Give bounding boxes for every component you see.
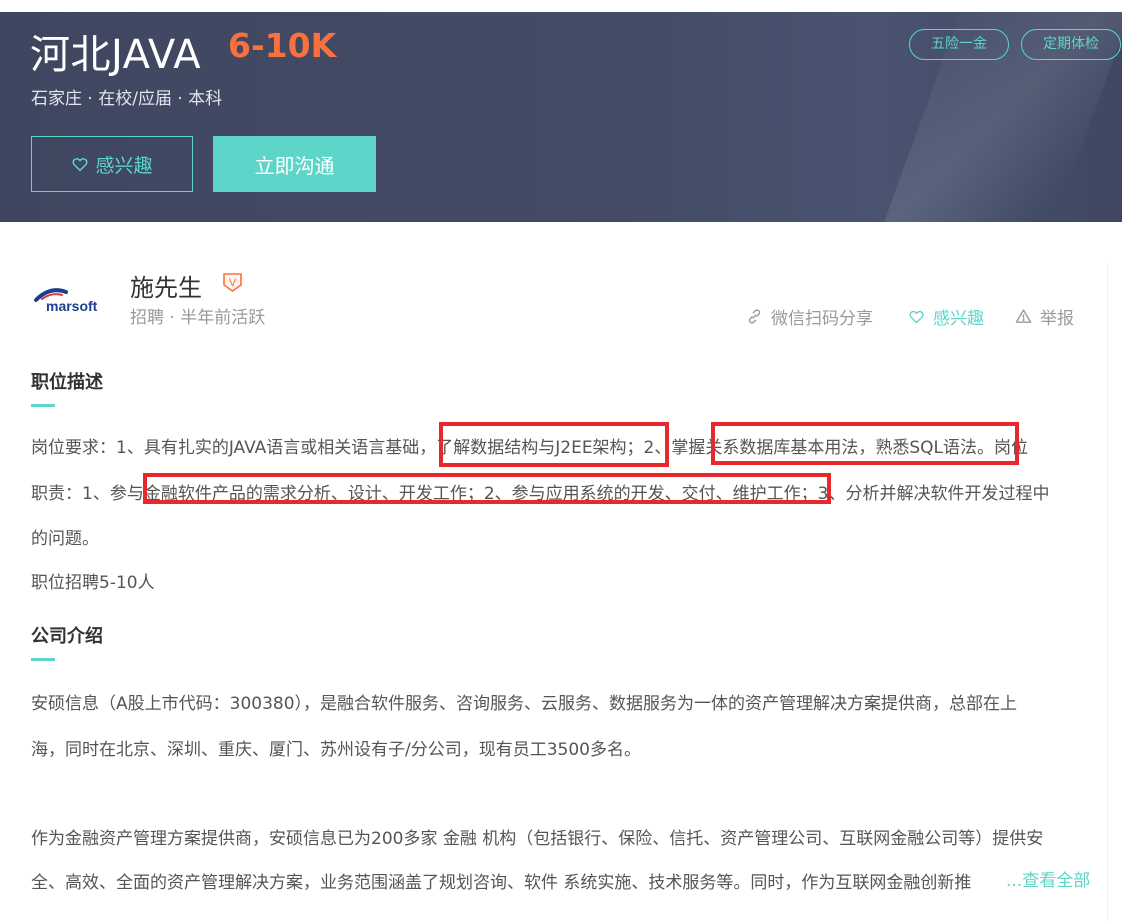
wechat-share-label: 微信扫码分享 <box>771 309 873 329</box>
interest-button[interactable]: 感兴趣 <box>31 136 193 192</box>
heart-icon <box>909 310 924 324</box>
company-intro-line: 全、高效、全面的资产管理解决方案，业务范围涵盖了规划咨询、软件 系统实施、技术服… <box>31 873 972 893</box>
chat-now-button-label: 立即沟通 <box>254 153 335 178</box>
job-headcount: 职位招聘5-10人 <box>31 573 155 593</box>
svg-text:marsoft: marsoft <box>46 298 98 314</box>
section-accent-bar <box>31 404 55 407</box>
company-intro-title: 公司介绍 <box>31 626 103 647</box>
company-intro-line: 海，同时在北京、深圳、重庆、厦门、苏州设有子/分公司，现有员工3500多名。 <box>31 740 641 760</box>
interest-link-label: 感兴趣 <box>933 309 984 329</box>
top-strip <box>0 0 1122 12</box>
job-banner: 河北JAVA 6-10K 石家庄 · 在校/应届 · 本科 五险一金 定期体检 … <box>0 12 1122 222</box>
recruiter-status: 招聘 · 半年前活跃 <box>130 308 266 328</box>
wechat-share-button[interactable]: 微信扫码分享 <box>746 304 873 329</box>
chat-now-button[interactable]: 立即沟通 <box>213 136 376 192</box>
verified-badge-icon: V <box>223 273 242 292</box>
benefit-tag: 五险一金 <box>909 29 1009 60</box>
interest-link[interactable]: 感兴趣 <box>908 304 984 329</box>
job-salary: 6-10K <box>228 26 337 65</box>
job-description-title: 职位描述 <box>31 372 103 393</box>
recruiter-name: 施先生 <box>130 274 202 302</box>
content-right-border <box>1107 262 1108 922</box>
report-label: 举报 <box>1040 309 1074 329</box>
job-detail-page: 河北JAVA 6-10K 石家庄 · 在校/应届 · 本科 五险一金 定期体检 … <box>0 0 1122 922</box>
job-meta: 石家庄 · 在校/应届 · 本科 <box>31 89 223 109</box>
svg-text:V: V <box>229 277 237 289</box>
job-description-line: 岗位要求：1、具有扎实的JAVA语言或相关语言基础，了解数据结构与J2EE架构；… <box>31 438 1029 458</box>
company-intro-line: 作为金融资产管理方案提供商，安硕信息已为200多家 金融 机构（包括银行、保险、… <box>31 829 1044 849</box>
company-logo: marsoft <box>34 288 98 314</box>
job-description-line: 职责：1、参与金融软件产品的需求分析、设计、开发工作；2、参与应用系统的开发、交… <box>31 484 1050 504</box>
interest-button-label: 感兴趣 <box>95 154 153 177</box>
job-title: 河北JAVA <box>30 32 202 78</box>
report-button[interactable]: 举报 <box>1015 304 1074 329</box>
warning-icon <box>1015 309 1032 323</box>
heart-icon <box>73 158 88 172</box>
job-description-line: 的问题。 <box>31 529 99 549</box>
section-accent-bar <box>31 658 55 661</box>
benefit-tag: 定期体检 <box>1021 29 1121 60</box>
link-icon <box>748 309 761 324</box>
company-intro-line: 安硕信息（A股上市代码：300380），是融合软件服务、咨询服务、云服务、数据服… <box>31 694 1018 714</box>
see-all-link[interactable]: ...查看全部 <box>986 866 1091 891</box>
